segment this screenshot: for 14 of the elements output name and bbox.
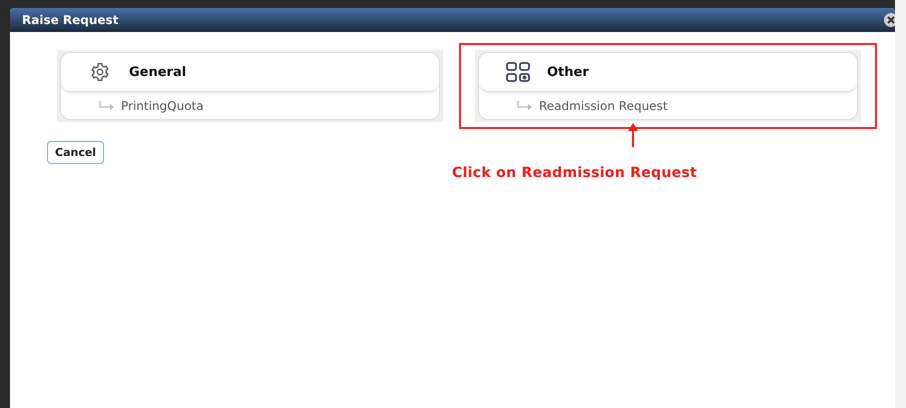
category-title: Other: [547, 64, 589, 80]
grid-icon: [505, 62, 531, 82]
instruction-note: Click on Readmission Request: [452, 165, 698, 181]
request-item[interactable]: Readmission Request: [479, 92, 857, 119]
subitem-arrow-icon: [517, 100, 533, 110]
gear-icon: [89, 62, 111, 82]
subitem-arrow-icon: [99, 100, 115, 110]
cancel-button[interactable]: Cancel: [47, 141, 104, 164]
dialog-title: Raise Request: [22, 13, 118, 27]
category-title: General: [129, 64, 186, 80]
category-header[interactable]: Other: [479, 53, 857, 92]
request-item[interactable]: PrintingQuota: [61, 92, 439, 119]
category-header[interactable]: General: [61, 53, 439, 92]
pointer-arrow: [627, 123, 639, 147]
